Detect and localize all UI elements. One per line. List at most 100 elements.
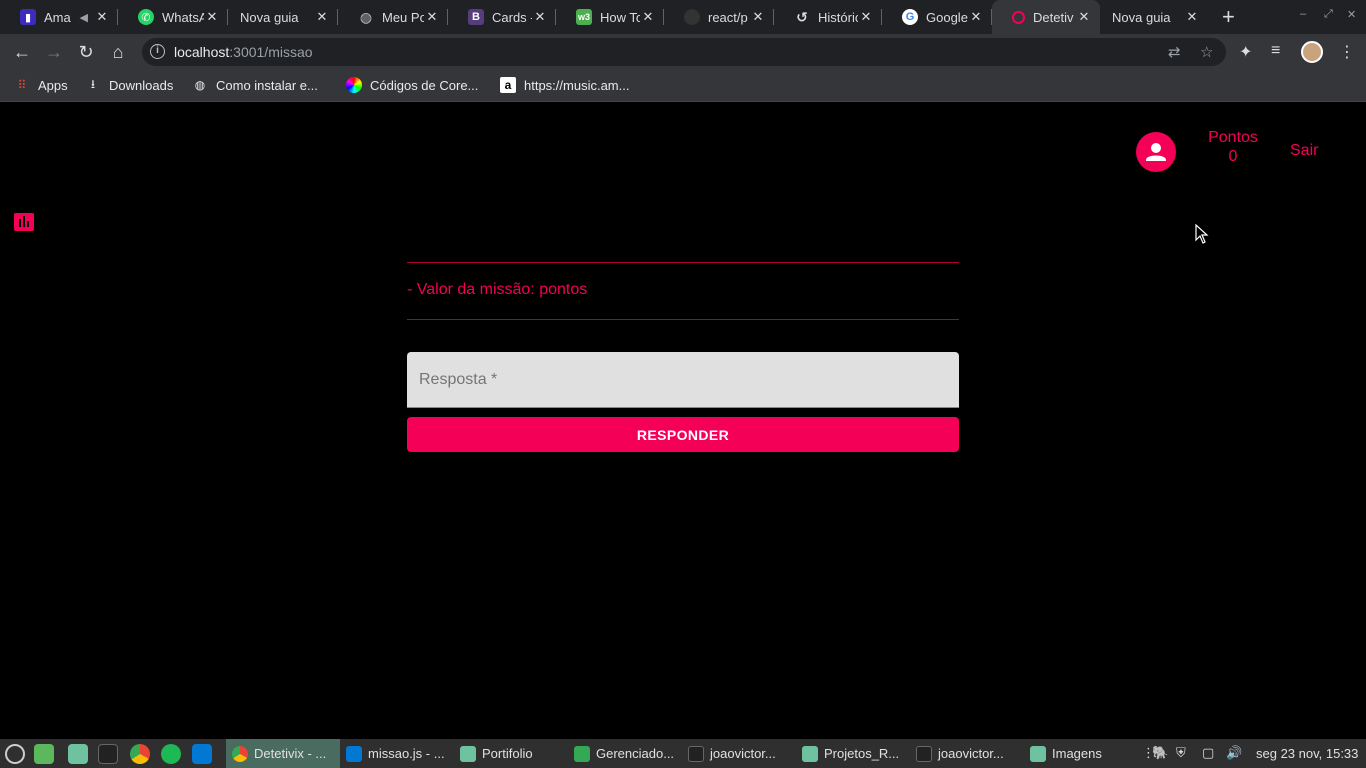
bookmark-como-instalar[interactable]: ◍ Como instalar e... (192, 77, 318, 93)
taskbar-window-missao[interactable]: missao.js - ... (340, 739, 454, 768)
back-arrow-icon[interactable]: ← (10, 40, 34, 64)
w3schools-icon: w3 (576, 9, 592, 25)
bookmark-amazon-music[interactable]: a https://music.am... (500, 77, 629, 93)
logout-link[interactable]: Sair (1290, 142, 1318, 160)
bookmarks-bar: ⠿ Apps ⭳ Downloads ◍ Como instalar e... … (0, 70, 1366, 102)
url-host: localhost (174, 44, 230, 60)
tab-how-to[interactable]: w3 How To ✕ (556, 0, 664, 34)
forward-arrow-icon[interactable]: → (42, 40, 66, 64)
tab-github-react[interactable]: react/p ✕ (664, 0, 774, 34)
tab-nova-guia-2[interactable]: Nova guia ✕ (1100, 0, 1208, 34)
bookmark-label: Códigos de Core... (370, 77, 479, 93)
profile-avatar[interactable] (1301, 41, 1323, 63)
postgres-icon[interactable]: 🐘 (1152, 745, 1168, 761)
minimize-icon[interactable]: ‒ (1300, 8, 1306, 20)
taskbar-window-label: joaovictor... (710, 746, 776, 761)
taskbar-window-gerenciador[interactable]: Gerenciado... (568, 739, 682, 768)
person-icon (1146, 143, 1166, 161)
page-content: Pontos 0 Sair - Valor da missão: pontos … (0, 103, 1366, 739)
close-icon[interactable]: ✕ (532, 9, 548, 25)
tab-title: Ama (44, 9, 71, 25)
reload-icon[interactable]: ↻ (74, 40, 98, 64)
tab-title: WhatsA (162, 9, 204, 25)
browser-toolbar: ← → ↻ ⌂ i localhost:3001/missao ⇄ ☆ ✦ ≡ … (0, 34, 1366, 70)
files-icon[interactable] (68, 744, 88, 764)
tab-google[interactable]: G Google ✕ (882, 0, 992, 34)
home-icon[interactable]: ⌂ (106, 40, 130, 64)
url-path: :3001/missao (229, 44, 313, 60)
bootstrap-icon: B (468, 9, 484, 25)
ranking-chart-icon[interactable] (14, 213, 34, 231)
taskbar-window-label: Detetivix - ... (254, 746, 327, 761)
tab-meu-portfolio[interactable]: ◍ Meu Po ✕ (338, 0, 448, 34)
bookmark-label: Apps (38, 77, 68, 93)
address-bar[interactable]: i localhost:3001/missao ⇄ ☆ (142, 38, 1226, 66)
bookmark-star-icon[interactable]: ☆ (1200, 43, 1213, 61)
shield-tray-icon[interactable]: ⛨ (1176, 745, 1186, 761)
submit-answer-button[interactable]: RESPONDER (407, 417, 959, 452)
close-icon[interactable]: ✕ (314, 9, 330, 25)
tab-title: Cards - (492, 9, 532, 25)
taskbar-window-detetivix[interactable]: Detetivix - ... (226, 739, 340, 768)
folder-icon (802, 745, 818, 762)
close-icon[interactable]: ✕ (1076, 9, 1092, 25)
tab-title: Históric (818, 9, 858, 25)
tab-whatsapp[interactable]: ✆ WhatsA ✕ (118, 0, 228, 34)
taskbar-window-imagens[interactable]: Imagens (1024, 739, 1134, 768)
tab-title: Nova guia (240, 9, 299, 25)
mute-icon[interactable]: ◀ (80, 11, 88, 24)
mission-top-divider (407, 262, 959, 263)
points-value: 0 (1228, 148, 1238, 165)
new-tab-plus-icon[interactable]: + (1222, 5, 1235, 29)
close-icon[interactable]: ✕ (424, 9, 440, 25)
tab-nova-guia[interactable]: Nova guia ✕ (228, 0, 338, 34)
chrome-icon[interactable] (130, 744, 150, 764)
network-icon[interactable]: ▢ (1202, 745, 1214, 761)
spotify-icon[interactable] (161, 744, 181, 764)
menu-launcher-icon[interactable] (5, 744, 25, 764)
menu-kebab-icon[interactable]: ⋮ (1339, 42, 1355, 62)
tab-detetivix[interactable]: Detetiv ✕ (992, 0, 1100, 34)
tab-bootstrap-cards[interactable]: B Cards - ✕ (448, 0, 556, 34)
globe-icon: ◍ (194, 78, 206, 92)
shield-icon (574, 745, 590, 762)
show-desktop-icon[interactable] (34, 744, 54, 764)
tab-amazon-music[interactable]: ▮ Ama ◀ ✕ (0, 0, 118, 34)
taskbar-window-label: joaovictor... (938, 746, 1004, 761)
close-icon[interactable]: ✕ (750, 9, 766, 25)
media-queue-icon[interactable]: ≡ (1271, 42, 1280, 60)
close-icon[interactable]: ✕ (94, 9, 110, 25)
terminal-icon[interactable] (98, 744, 118, 764)
folder-icon (1030, 745, 1046, 762)
bookmark-apps[interactable]: ⠿ Apps (14, 77, 68, 93)
taskbar-window-terminal-1[interactable]: joaovictor... (682, 739, 796, 768)
volume-icon[interactable]: 🔊 (1226, 745, 1242, 761)
window-close-icon[interactable]: ✕ (1347, 8, 1356, 21)
taskbar-window-terminal-2[interactable]: joaovictor... (910, 739, 1024, 768)
user-avatar[interactable] (1136, 132, 1176, 172)
tab-historico[interactable]: ↺ Históric ✕ (774, 0, 882, 34)
vscode-icon (346, 745, 362, 762)
whatsapp-icon: ✆ (138, 9, 154, 25)
answer-input[interactable] (407, 352, 959, 408)
bookmark-codigos-cores[interactable]: Códigos de Core... (346, 77, 478, 93)
bookmark-downloads[interactable]: ⭳ Downloads (85, 77, 173, 93)
mission-bottom-divider (407, 319, 959, 320)
taskbar-window-projetos[interactable]: Projetos_R... (796, 739, 910, 768)
site-info-icon[interactable]: i (150, 44, 165, 59)
maximize-icon[interactable]: ⤢ (1324, 8, 1333, 21)
extensions-puzzle-icon[interactable]: ✦ (1239, 42, 1252, 62)
system-clock[interactable]: seg 23 nov, 15:33 (1256, 746, 1358, 761)
taskbar-window-label: Gerenciado... (596, 746, 675, 761)
terminal-icon (916, 745, 932, 762)
close-icon[interactable]: ✕ (640, 9, 656, 25)
url-text[interactable]: localhost:3001/missao (174, 44, 313, 60)
close-icon[interactable]: ✕ (858, 9, 874, 25)
close-icon[interactable]: ✕ (204, 9, 220, 25)
translate-icon[interactable]: ⇄ (1168, 43, 1181, 61)
taskbar-window-portifolio[interactable]: Portifolio (454, 739, 568, 768)
close-icon[interactable]: ✕ (968, 9, 984, 25)
vscode-icon[interactable] (192, 744, 212, 764)
close-icon[interactable]: ✕ (1184, 9, 1200, 25)
download-icon: ⭳ (90, 76, 96, 91)
